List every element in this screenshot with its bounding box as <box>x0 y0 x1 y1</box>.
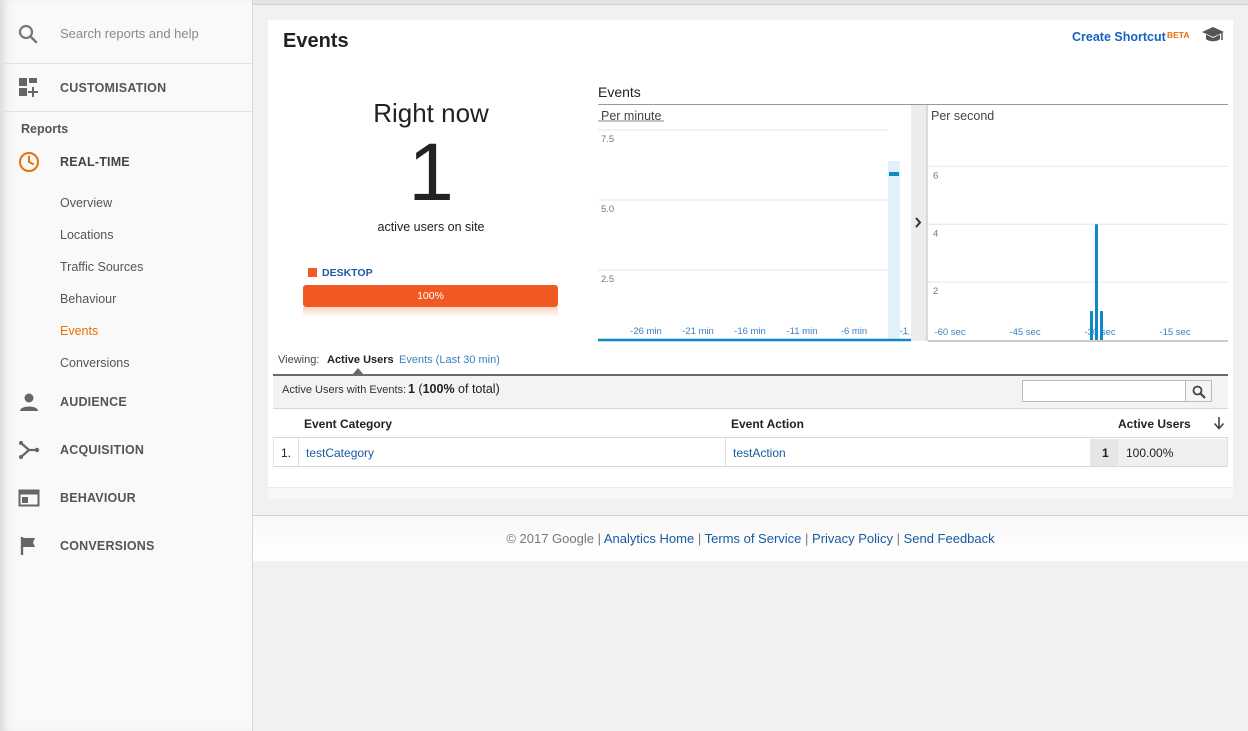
sidebar-item-conversions[interactable]: Conversions <box>60 356 129 370</box>
nav-customisation[interactable]: CUSTOMISATION <box>0 64 252 112</box>
per-second-y-tick: 4 <box>933 228 938 239</box>
per-minute-y-tick: 2.5 <box>601 274 614 285</box>
row-active-users-value: 1 <box>1102 446 1109 460</box>
magnifier-icon <box>1192 385 1206 399</box>
per-second-y-tick: 2 <box>933 286 938 297</box>
footer-separator: | <box>896 531 904 546</box>
per-second-x-tick: -60 sec <box>934 327 965 338</box>
viewing-active-users-tab[interactable]: Active Users <box>327 354 394 366</box>
per-minute-plot-bg <box>598 105 911 341</box>
right-now-title: Right now <box>373 98 489 128</box>
create-shortcut-link[interactable]: Create Shortcut <box>1072 30 1166 44</box>
nav-acquisition[interactable]: ACQUISITION <box>0 426 252 474</box>
footer-separator: | <box>697 531 705 546</box>
footer-copyright: © 2017 Google <box>506 531 594 546</box>
active-users-count: 1 <box>408 127 454 218</box>
sidebar: CUSTOMISATION Reports REAL-TIME Overview… <box>0 0 253 731</box>
device-share-bar: 100% <box>303 285 558 307</box>
footer-terms-link[interactable]: Terms of Service <box>705 531 802 546</box>
per-second-label: Per second <box>931 109 994 123</box>
sort-descending-icon[interactable] <box>1213 416 1225 430</box>
nav-conversions-label: CONVERSIONS <box>60 539 155 553</box>
per-minute-x-tick: -6 min <box>841 326 867 337</box>
nav-realtime-label: REAL-TIME <box>60 155 130 169</box>
per-minute-current-highlight <box>888 161 900 341</box>
summary-value: 1 (100% of total) <box>408 382 500 396</box>
page-title: Events <box>283 30 349 52</box>
events-chart: Per minute7.55.02.5-26 min -21 min -16 min… <box>598 105 1228 342</box>
chart-title: Events <box>598 84 641 100</box>
search-input[interactable] <box>60 22 240 44</box>
per-second-bar <box>1095 224 1098 340</box>
per-second-y-tick: 6 <box>933 170 938 181</box>
summary-percent: 100% <box>422 382 455 396</box>
viewing-label: Viewing: <box>278 354 320 366</box>
summary-count: 1 <box>408 382 415 396</box>
search-icon[interactable] <box>18 24 38 44</box>
per-minute-y-tick: 5.0 <box>601 204 614 215</box>
per-second-bar <box>1100 311 1103 340</box>
nav-audience-label: AUDIENCE <box>60 395 127 409</box>
row-event-action-link[interactable]: testAction <box>733 446 786 460</box>
dashboard-add-icon <box>19 77 38 97</box>
per-minute-x-tick: -16 min <box>734 326 766 337</box>
nav-conversions[interactable]: CONVERSIONS <box>0 522 252 570</box>
footer-feedback-link[interactable]: Send Feedback <box>904 531 995 546</box>
per-second-x-tick: -45 sec <box>1009 327 1040 338</box>
nav-acquisition-label: ACQUISITION <box>60 443 145 457</box>
nav-behaviour-label: BEHAVIOUR <box>60 491 136 505</box>
cell-divider <box>725 438 726 467</box>
nav-audience[interactable]: AUDIENCE <box>0 378 252 426</box>
per-minute-x-tick: -21 min <box>682 326 714 337</box>
per-minute-bar <box>889 172 899 176</box>
top-divider <box>253 0 1248 5</box>
browser-window-icon <box>18 489 40 507</box>
sidebar-item-locations[interactable]: Locations <box>60 228 114 242</box>
table-filter-button[interactable] <box>1185 380 1212 402</box>
per-second-x-tick: -15 sec <box>1159 327 1190 338</box>
card-footer-band <box>268 487 1233 499</box>
column-active-users[interactable]: Active Users <box>1118 417 1191 431</box>
sidebar-item-traffic-sources[interactable]: Traffic Sources <box>60 260 143 274</box>
device-share-bar-reflection <box>303 307 558 317</box>
viewing-events-tab[interactable]: Events (Last 30 min) <box>399 354 500 366</box>
row-event-category-link[interactable]: testCategory <box>306 446 374 460</box>
per-minute-x-tick: -11 min <box>787 326 818 337</box>
per-minute-y-tick: 7.5 <box>601 134 614 145</box>
nav-behaviour[interactable]: BEHAVIOUR <box>0 474 252 522</box>
column-event-category[interactable]: Event Category <box>304 417 392 431</box>
per-minute-x-tick: -26 min <box>630 326 662 337</box>
table-filter-input[interactable] <box>1022 380 1186 402</box>
row-active-users-percent: 100.00% <box>1126 446 1174 460</box>
summary-suffix: of total) <box>454 382 500 396</box>
clock-icon <box>19 152 39 172</box>
cell-divider <box>298 438 299 467</box>
footer-analytics-home-link[interactable]: Analytics Home <box>604 531 694 546</box>
nav-customisation-label: CUSTOMISATION <box>60 80 167 95</box>
active-users-subtitle: active users on site <box>377 220 485 234</box>
desktop-legend-label: DESKTOP <box>322 267 373 279</box>
footer-separator: | <box>805 531 813 546</box>
desktop-legend-swatch <box>308 268 317 277</box>
summary-label: Active Users with Events: <box>282 384 407 396</box>
footer: © 2017 Google | Analytics Home | Terms o… <box>253 531 1248 546</box>
reports-label: Reports <box>21 122 69 136</box>
column-event-action[interactable]: Event Action <box>731 417 804 431</box>
footer-privacy-link[interactable]: Privacy Policy <box>812 531 893 546</box>
per-second-bar <box>1090 311 1093 340</box>
merge-arrows-icon <box>19 441 40 459</box>
graduation-cap-icon[interactable] <box>1201 26 1225 44</box>
beta-badge: BETA <box>1167 30 1190 40</box>
sidebar-item-behaviour[interactable]: Behaviour <box>60 292 116 306</box>
per-minute-x-tick-tail: ... <box>902 327 910 338</box>
row-number: 1. <box>281 446 292 460</box>
flag-icon <box>20 537 35 555</box>
search-row <box>0 0 252 64</box>
sidebar-item-overview[interactable]: Overview <box>60 196 112 210</box>
nav-realtime[interactable]: REAL-TIME <box>0 138 252 186</box>
sidebar-item-events[interactable]: Events <box>60 324 98 338</box>
person-icon <box>20 393 38 411</box>
